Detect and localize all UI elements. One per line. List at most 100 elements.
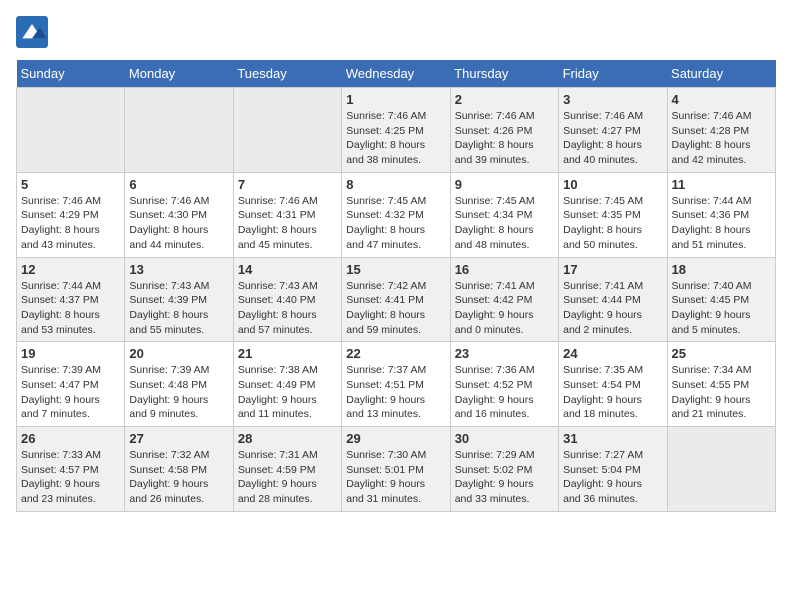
calendar-cell: 19 Sunrise: 7:39 AM Sunset: 4:47 PM Dayli… <box>17 342 125 427</box>
day-number: 14 <box>238 262 337 277</box>
day-info: Sunrise: 7:46 AM Sunset: 4:26 PM Dayligh… <box>455 109 554 168</box>
calendar-cell: 16 Sunrise: 7:41 AM Sunset: 4:42 PM Dayli… <box>450 257 558 342</box>
calendar-cell: 26 Sunrise: 7:33 AM Sunset: 4:57 PM Dayli… <box>17 427 125 512</box>
calendar-header-row: SundayMondayTuesdayWednesdayThursdayFrid… <box>17 60 776 88</box>
calendar-cell: 13Sunrise: 7:43 AM Sunset: 4:39 PM Dayli… <box>125 257 233 342</box>
day-info: Sunrise: 7:46 AM Sunset: 4:25 PM Dayligh… <box>346 109 445 168</box>
day-info: Sunrise: 7:46 AM Sunset: 4:27 PM Dayligh… <box>563 109 662 168</box>
day-number: 1 <box>346 92 445 107</box>
calendar-cell: 31Sunrise: 7:27 AM Sunset: 5:04 PM Dayli… <box>559 427 667 512</box>
calendar-cell: 23Sunrise: 7:36 AM Sunset: 4:52 PM Dayli… <box>450 342 558 427</box>
calendar-cell: 29 Sunrise: 7:30 AM Sunset: 5:01 PM Dayli… <box>342 427 450 512</box>
day-info: Sunrise: 7:45 AM Sunset: 4:34 PM Dayligh… <box>455 194 554 253</box>
calendar-cell: 20 Sunrise: 7:39 AM Sunset: 4:48 PM Dayli… <box>125 342 233 427</box>
day-info: Sunrise: 7:45 AM Sunset: 4:32 PM Dayligh… <box>346 194 445 253</box>
calendar-cell: 18 Sunrise: 7:40 AM Sunset: 4:45 PM Dayli… <box>667 257 775 342</box>
day-info: Sunrise: 7:41 AM Sunset: 4:42 PM Dayligh… <box>455 279 554 338</box>
day-info: Sunrise: 7:39 AM Sunset: 4:48 PM Dayligh… <box>129 363 228 422</box>
calendar-cell: 9 Sunrise: 7:45 AM Sunset: 4:34 PM Daylig… <box>450 172 558 257</box>
calendar-week-row: 12Sunrise: 7:44 AM Sunset: 4:37 PM Dayli… <box>17 257 776 342</box>
day-number: 30 <box>455 431 554 446</box>
day-number: 5 <box>21 177 120 192</box>
day-number: 21 <box>238 346 337 361</box>
day-info: Sunrise: 7:39 AM Sunset: 4:47 PM Dayligh… <box>21 363 120 422</box>
day-info: Sunrise: 7:29 AM Sunset: 5:02 PM Dayligh… <box>455 448 554 507</box>
calendar-cell: 5Sunrise: 7:46 AM Sunset: 4:29 PM Daylig… <box>17 172 125 257</box>
calendar-cell: 21 Sunrise: 7:38 AM Sunset: 4:49 PM Dayli… <box>233 342 341 427</box>
calendar-cell: 17Sunrise: 7:41 AM Sunset: 4:44 PM Dayli… <box>559 257 667 342</box>
day-number: 16 <box>455 262 554 277</box>
day-info: Sunrise: 7:46 AM Sunset: 4:28 PM Dayligh… <box>672 109 771 168</box>
day-number: 18 <box>672 262 771 277</box>
calendar-cell: 15 Sunrise: 7:42 AM Sunset: 4:41 PM Dayli… <box>342 257 450 342</box>
day-info: Sunrise: 7:31 AM Sunset: 4:59 PM Dayligh… <box>238 448 337 507</box>
calendar-cell: 3 Sunrise: 7:46 AM Sunset: 4:27 PM Daylig… <box>559 88 667 173</box>
day-header-friday: Friday <box>559 60 667 88</box>
day-number: 11 <box>672 177 771 192</box>
calendar-cell: 27 Sunrise: 7:32 AM Sunset: 4:58 PM Dayli… <box>125 427 233 512</box>
calendar-week-row: 1 Sunrise: 7:46 AM Sunset: 4:25 PM Daylig… <box>17 88 776 173</box>
day-number: 15 <box>346 262 445 277</box>
day-number: 9 <box>455 177 554 192</box>
day-number: 19 <box>21 346 120 361</box>
day-number: 22 <box>346 346 445 361</box>
day-info: Sunrise: 7:45 AM Sunset: 4:35 PM Dayligh… <box>563 194 662 253</box>
day-info: Sunrise: 7:43 AM Sunset: 4:39 PM Dayligh… <box>129 279 228 338</box>
day-header-monday: Monday <box>125 60 233 88</box>
page-header <box>16 16 776 48</box>
day-info: Sunrise: 7:34 AM Sunset: 4:55 PM Dayligh… <box>672 363 771 422</box>
day-info: Sunrise: 7:41 AM Sunset: 4:44 PM Dayligh… <box>563 279 662 338</box>
day-info: Sunrise: 7:35 AM Sunset: 4:54 PM Dayligh… <box>563 363 662 422</box>
calendar-cell: 10Sunrise: 7:45 AM Sunset: 4:35 PM Dayli… <box>559 172 667 257</box>
calendar-cell <box>17 88 125 173</box>
day-info: Sunrise: 7:44 AM Sunset: 4:36 PM Dayligh… <box>672 194 771 253</box>
day-number: 8 <box>346 177 445 192</box>
day-info: Sunrise: 7:32 AM Sunset: 4:58 PM Dayligh… <box>129 448 228 507</box>
calendar-cell <box>667 427 775 512</box>
day-info: Sunrise: 7:38 AM Sunset: 4:49 PM Dayligh… <box>238 363 337 422</box>
day-info: Sunrise: 7:44 AM Sunset: 4:37 PM Dayligh… <box>21 279 120 338</box>
logo-icon <box>16 16 48 48</box>
calendar-cell: 8 Sunrise: 7:45 AM Sunset: 4:32 PM Daylig… <box>342 172 450 257</box>
calendar-cell: 2Sunrise: 7:46 AM Sunset: 4:26 PM Daylig… <box>450 88 558 173</box>
calendar-cell: 25 Sunrise: 7:34 AM Sunset: 4:55 PM Dayli… <box>667 342 775 427</box>
calendar-cell: 12Sunrise: 7:44 AM Sunset: 4:37 PM Dayli… <box>17 257 125 342</box>
day-number: 27 <box>129 431 228 446</box>
calendar-cell <box>125 88 233 173</box>
day-number: 28 <box>238 431 337 446</box>
day-info: Sunrise: 7:40 AM Sunset: 4:45 PM Dayligh… <box>672 279 771 338</box>
day-number: 26 <box>21 431 120 446</box>
calendar-week-row: 19 Sunrise: 7:39 AM Sunset: 4:47 PM Dayli… <box>17 342 776 427</box>
day-number: 3 <box>563 92 662 107</box>
day-header-wednesday: Wednesday <box>342 60 450 88</box>
calendar-cell: 30 Sunrise: 7:29 AM Sunset: 5:02 PM Dayli… <box>450 427 558 512</box>
calendar-week-row: 5Sunrise: 7:46 AM Sunset: 4:29 PM Daylig… <box>17 172 776 257</box>
calendar-cell: 7 Sunrise: 7:46 AM Sunset: 4:31 PM Daylig… <box>233 172 341 257</box>
day-info: Sunrise: 7:42 AM Sunset: 4:41 PM Dayligh… <box>346 279 445 338</box>
day-number: 29 <box>346 431 445 446</box>
day-info: Sunrise: 7:46 AM Sunset: 4:31 PM Dayligh… <box>238 194 337 253</box>
day-header-saturday: Saturday <box>667 60 775 88</box>
day-header-thursday: Thursday <box>450 60 558 88</box>
day-number: 4 <box>672 92 771 107</box>
day-info: Sunrise: 7:37 AM Sunset: 4:51 PM Dayligh… <box>346 363 445 422</box>
day-number: 24 <box>563 346 662 361</box>
day-info: Sunrise: 7:33 AM Sunset: 4:57 PM Dayligh… <box>21 448 120 507</box>
calendar-cell: 1 Sunrise: 7:46 AM Sunset: 4:25 PM Daylig… <box>342 88 450 173</box>
day-number: 6 <box>129 177 228 192</box>
day-header-sunday: Sunday <box>17 60 125 88</box>
calendar-week-row: 26 Sunrise: 7:33 AM Sunset: 4:57 PM Dayli… <box>17 427 776 512</box>
calendar-cell: 14 Sunrise: 7:43 AM Sunset: 4:40 PM Dayli… <box>233 257 341 342</box>
calendar-cell: 6Sunrise: 7:46 AM Sunset: 4:30 PM Daylig… <box>125 172 233 257</box>
day-number: 25 <box>672 346 771 361</box>
day-number: 20 <box>129 346 228 361</box>
calendar-cell: 22 Sunrise: 7:37 AM Sunset: 4:51 PM Dayli… <box>342 342 450 427</box>
logo <box>16 16 52 48</box>
day-header-tuesday: Tuesday <box>233 60 341 88</box>
day-info: Sunrise: 7:30 AM Sunset: 5:01 PM Dayligh… <box>346 448 445 507</box>
calendar-cell: 4 Sunrise: 7:46 AM Sunset: 4:28 PM Daylig… <box>667 88 775 173</box>
day-number: 31 <box>563 431 662 446</box>
day-info: Sunrise: 7:43 AM Sunset: 4:40 PM Dayligh… <box>238 279 337 338</box>
day-number: 7 <box>238 177 337 192</box>
calendar-cell: 28 Sunrise: 7:31 AM Sunset: 4:59 PM Dayli… <box>233 427 341 512</box>
